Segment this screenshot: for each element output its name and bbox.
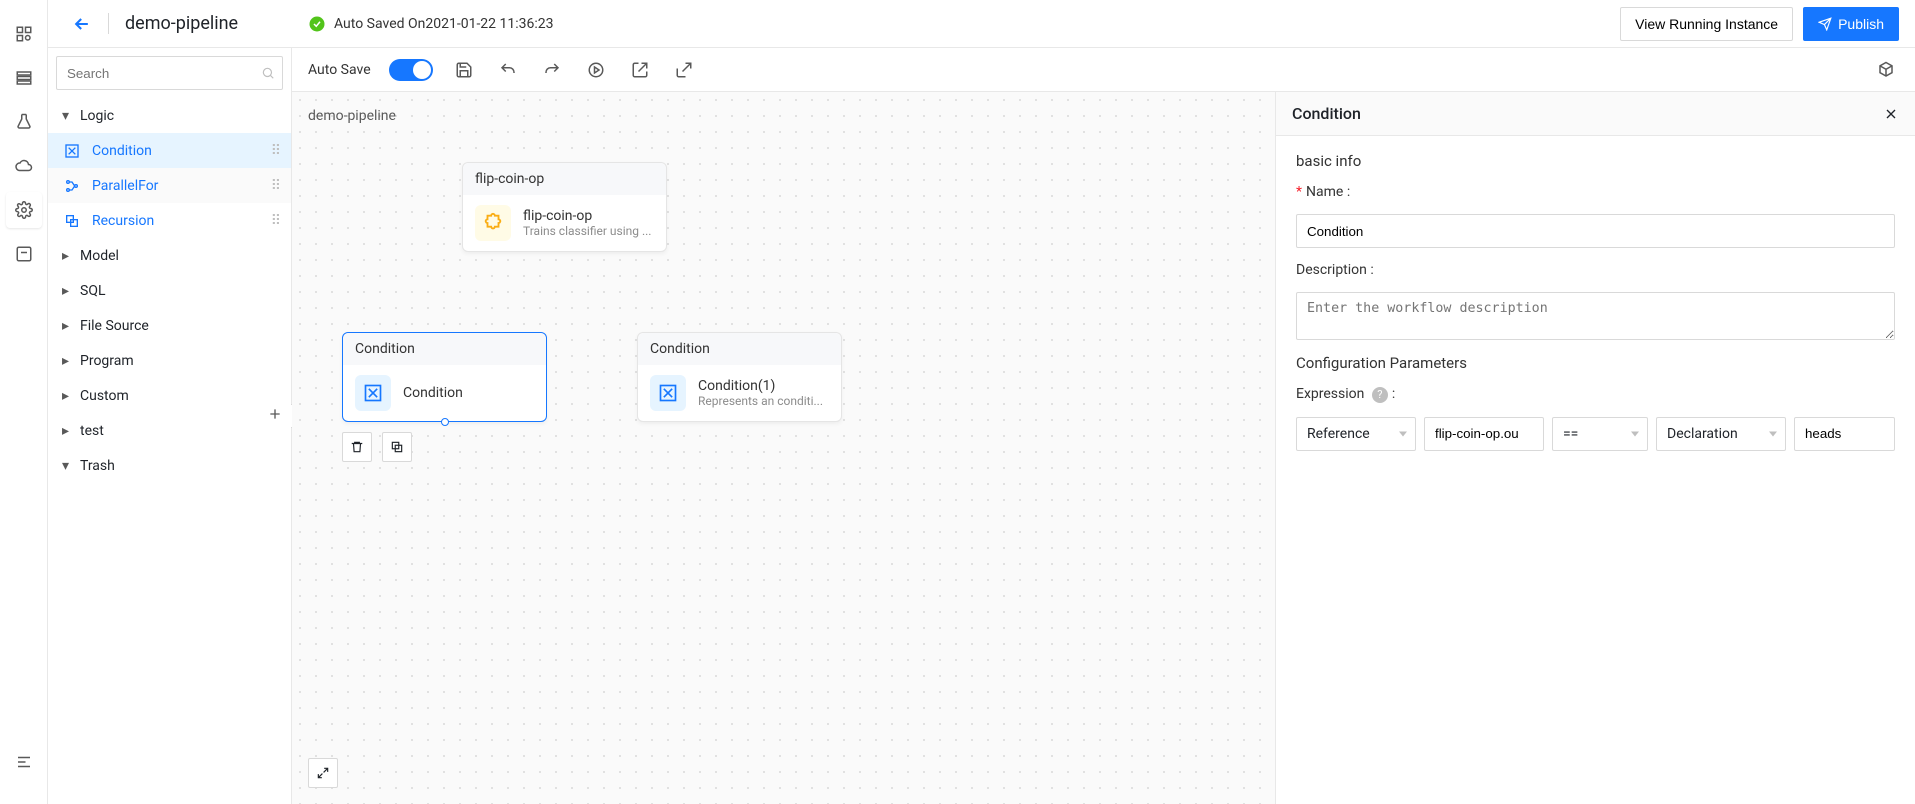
panel-title: Condition (1292, 104, 1361, 123)
node-subtitle: Represents an conditi... (698, 394, 829, 408)
name-input[interactable] (1296, 214, 1895, 248)
send-icon (1818, 17, 1832, 31)
palette-item-parallelfor[interactable]: ParallelFor ⠿ (48, 168, 291, 203)
palette-item-condition[interactable]: Condition ⠿ (48, 133, 291, 168)
auto-saved-label: Auto Saved On2021-01-22 11:36:23 (334, 16, 554, 32)
node-title: Condition (403, 385, 534, 401)
import-icon[interactable] (671, 57, 697, 83)
cube-icon[interactable] (1873, 57, 1899, 83)
rail-archive-icon[interactable] (6, 236, 42, 272)
drag-handle-icon[interactable]: ⠿ (271, 143, 281, 159)
rail-experiment-icon[interactable] (6, 104, 42, 140)
palette-group-program[interactable]: ▸Program (48, 343, 291, 378)
condition-icon (355, 375, 391, 411)
parallel-icon (64, 178, 80, 194)
condition-icon (64, 143, 80, 159)
page-title: demo-pipeline (108, 13, 238, 34)
view-running-instance-button[interactable]: View Running Instance (1620, 7, 1793, 41)
delete-node-button[interactable] (342, 432, 372, 462)
section-basic-info: basic info (1296, 152, 1895, 170)
back-button[interactable] (72, 14, 92, 34)
node-condition-1[interactable]: Condition Condition(1) Represents an con… (637, 332, 842, 422)
palette-item-recursion[interactable]: Recursion ⠿ (48, 203, 291, 238)
undo-icon[interactable] (495, 57, 521, 83)
node-condition[interactable]: Condition Condition (342, 332, 547, 422)
rail-dashboard-icon[interactable] (6, 16, 42, 52)
expression-left-type-select[interactable]: Reference (1296, 417, 1416, 451)
expression-field-label: Expression ?: (1296, 386, 1895, 403)
expression-right-type-select[interactable]: Declaration (1656, 417, 1786, 451)
rail-collapse-icon[interactable] (6, 744, 42, 780)
rail-cloud-icon[interactable] (6, 148, 42, 184)
pipeline-canvas[interactable]: demo-pipeline flip-coin-op flip-coin-op … (292, 92, 1275, 804)
expression-left-value-input[interactable] (1424, 417, 1544, 451)
search-input[interactable] (56, 56, 283, 90)
palette-group-test[interactable]: ▸test (48, 413, 291, 448)
palette-group-trash[interactable]: ▾Trash (48, 448, 291, 483)
palette-group-custom[interactable]: ▸Custom (48, 378, 291, 413)
node-output-port[interactable] (441, 418, 449, 426)
palette-group-model[interactable]: ▸Model (48, 238, 291, 273)
puzzle-icon (475, 205, 511, 241)
condition-icon (650, 375, 686, 411)
canvas-title: demo-pipeline (308, 108, 396, 124)
palette-group-sql[interactable]: ▸SQL (48, 273, 291, 308)
expression-operator-select[interactable]: == (1552, 417, 1648, 451)
fullscreen-button[interactable] (308, 758, 338, 788)
name-field-label: *Name : (1296, 184, 1895, 200)
close-panel-button[interactable] (1883, 106, 1899, 122)
description-field-label: Description : (1296, 262, 1895, 278)
node-title: Condition(1) (698, 378, 829, 394)
node-header: flip-coin-op (463, 163, 666, 195)
node-header: Condition (343, 333, 546, 365)
auto-save-label: Auto Save (308, 62, 371, 78)
search-icon (261, 66, 275, 80)
export-icon[interactable] (627, 57, 653, 83)
node-header: Condition (638, 333, 841, 365)
node-title: flip-coin-op (523, 208, 654, 224)
rail-data-icon[interactable] (6, 60, 42, 96)
node-subtitle: Trains classifier using ... (523, 224, 654, 238)
copy-node-button[interactable] (382, 432, 412, 462)
publish-button[interactable]: Publish (1803, 7, 1899, 41)
help-icon[interactable]: ? (1372, 387, 1388, 403)
drag-handle-icon[interactable]: ⠿ (271, 213, 281, 229)
drag-handle-icon[interactable]: ⠿ (271, 178, 281, 194)
expression-right-value-input[interactable] (1794, 417, 1895, 451)
rail-settings-icon[interactable] (6, 192, 42, 228)
run-icon[interactable] (583, 57, 609, 83)
palette-group-file-source[interactable]: ▸File Source (48, 308, 291, 343)
check-circle-icon (308, 15, 326, 33)
recursion-icon (64, 213, 80, 229)
palette-group-logic[interactable]: ▾Logic (48, 98, 291, 133)
node-flip-coin-op[interactable]: flip-coin-op flip-coin-op Trains classif… (462, 162, 667, 252)
description-input[interactable] (1296, 292, 1895, 340)
add-category-button[interactable] (267, 406, 283, 422)
auto-save-toggle[interactable] (389, 59, 433, 81)
redo-icon[interactable] (539, 57, 565, 83)
section-config-params: Configuration Parameters (1296, 354, 1895, 372)
save-icon[interactable] (451, 57, 477, 83)
